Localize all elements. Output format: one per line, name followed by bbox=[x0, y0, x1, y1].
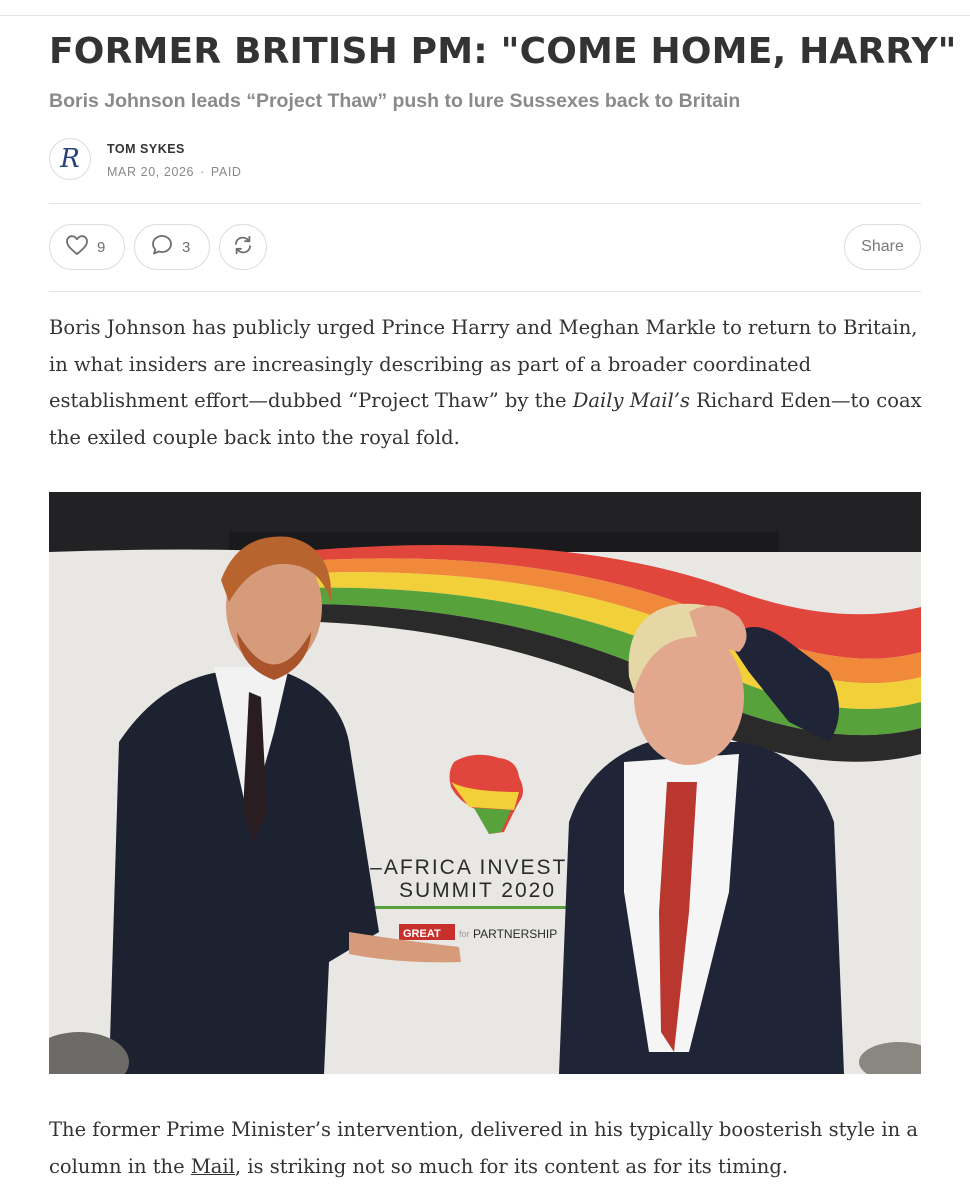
banner-line-2: SUMMIT 2020 bbox=[399, 879, 556, 902]
comment-icon bbox=[150, 233, 174, 262]
post-date: MAR 20, 2026 bbox=[107, 165, 195, 179]
article-title: FORMER BRITISH PM: "COME HOME, HARRY" bbox=[49, 31, 957, 72]
restack-icon bbox=[232, 234, 254, 261]
author-avatar[interactable]: R bbox=[49, 138, 91, 180]
access-label: PAID bbox=[210, 165, 242, 179]
article-photo[interactable]: UK–AFRICA INVESTME SUMMIT 2020 GREAT for… bbox=[49, 492, 921, 1074]
comment-count: 3 bbox=[182, 238, 191, 256]
divider bbox=[49, 291, 921, 292]
mail-link[interactable]: Mail bbox=[191, 1155, 235, 1178]
paragraph-intro: Boris Johnson has publicly urged Prince … bbox=[49, 310, 929, 456]
banner-line-1: UK–AFRICA INVESTME bbox=[337, 856, 603, 879]
banner-partnership: PARTNERSHIP bbox=[473, 927, 557, 941]
paragraph-second-end: , is striking not so much for its conten… bbox=[234, 1154, 789, 1178]
publication-name: Daily Mail’s bbox=[572, 389, 690, 412]
like-button[interactable]: 9 bbox=[49, 224, 125, 270]
divider bbox=[49, 203, 921, 204]
share-button[interactable]: Share bbox=[844, 224, 921, 270]
article-subtitle: Boris Johnson leads “Project Thaw” push … bbox=[49, 90, 741, 112]
banner-for: for bbox=[459, 929, 470, 939]
author-name[interactable]: TOM SYKES bbox=[107, 142, 185, 156]
comment-button[interactable]: 3 bbox=[134, 224, 210, 270]
photo-illustration: UK–AFRICA INVESTME SUMMIT 2020 GREAT for… bbox=[49, 492, 921, 1074]
post-meta: MAR 20, 2026 · PAID bbox=[107, 165, 242, 179]
top-divider bbox=[0, 15, 970, 16]
avatar-letter: R bbox=[60, 144, 80, 174]
heart-icon bbox=[65, 234, 89, 261]
like-count: 9 bbox=[97, 238, 106, 256]
restack-button[interactable] bbox=[219, 224, 267, 270]
paragraph-second: The former Prime Minister’s intervention… bbox=[49, 1112, 929, 1185]
banner-great: GREAT bbox=[403, 928, 441, 940]
meta-separator: · bbox=[200, 165, 205, 179]
